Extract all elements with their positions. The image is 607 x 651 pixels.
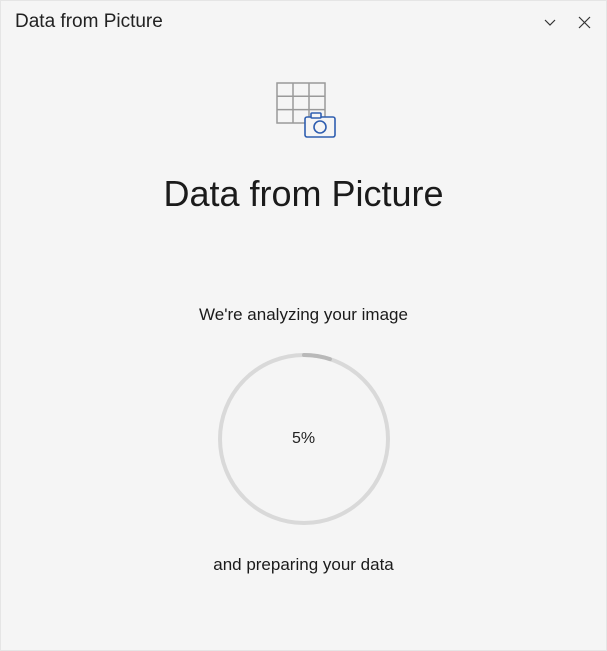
close-button[interactable] [576,14,592,30]
titlebar: Data from Picture [1,1,606,41]
content-area: Data from Picture We're analyzing your i… [1,41,606,601]
status-line-top: We're analyzing your image [199,305,408,325]
close-icon [578,16,591,29]
progress-label: 5% [292,430,315,448]
titlebar-controls [542,14,592,30]
pane-title: Data from Picture [15,11,163,33]
hero-icon-wrap [269,81,339,141]
grid-camera-icon [269,81,339,141]
chevron-down-icon [543,15,557,29]
collapse-button[interactable] [542,14,558,30]
progress-ring: 5% [216,351,392,527]
page-heading: Data from Picture [163,173,443,215]
status-line-bottom: and preparing your data [213,555,394,575]
